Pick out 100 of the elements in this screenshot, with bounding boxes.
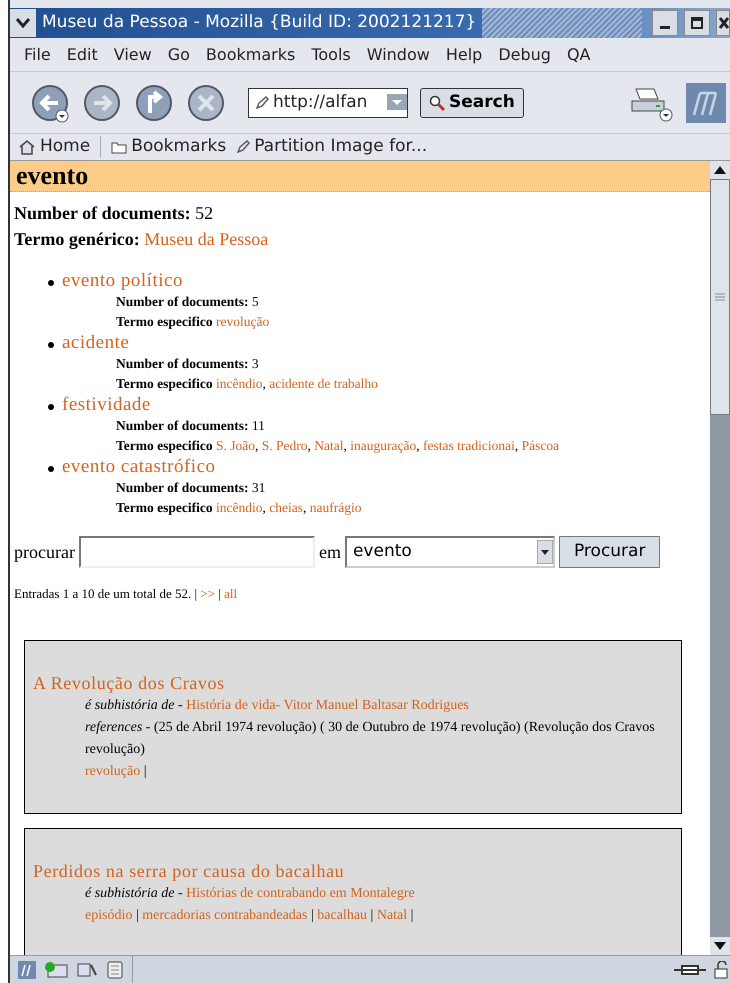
specific-term-link[interactable]: S. João xyxy=(216,438,255,453)
menu-item[interactable]: QA xyxy=(558,42,598,66)
separator: | xyxy=(194,586,198,601)
pagination-link[interactable]: >> xyxy=(200,586,216,601)
bookmark-link[interactable]: Partition Image for... xyxy=(236,134,428,160)
forward-button[interactable] xyxy=(82,82,122,122)
page-heading: evento xyxy=(10,161,710,192)
maximize-button[interactable] xyxy=(684,10,710,36)
references-text: references - (25 de Abril 1974 revolução) ( 30 de Outubro de 1974 revolução) (Revolução dos Cravos revolução) xyxy=(84,718,656,758)
generic-term-label: Termo genérico: xyxy=(14,229,140,249)
doc-count-label: Number of documents: xyxy=(116,294,248,309)
specific-term-link[interactable]: festas tradicionai xyxy=(422,438,515,453)
stop-button[interactable] xyxy=(186,82,226,122)
folder-icon xyxy=(111,140,128,154)
minimize-icon xyxy=(660,26,670,28)
parent-story-line: é subhistória de - História de vida- Vitor Manuel Baltasar Rodrigues xyxy=(84,696,470,714)
specific-terms-line: Termo especifico incêndio, cheias, naufrágio xyxy=(116,500,362,515)
specific-term-link[interactable]: inauguração xyxy=(350,438,416,453)
doc-count: 11 xyxy=(252,418,265,433)
menu-item[interactable]: Debug xyxy=(490,42,559,66)
scope-label: em xyxy=(318,540,341,564)
pencil-icon xyxy=(236,140,250,154)
menu-item[interactable]: File xyxy=(16,42,59,66)
specific-term-link[interactable]: naufrágio xyxy=(310,500,362,515)
scope-select[interactable]: evento xyxy=(344,536,555,568)
term-link[interactable]: evento político xyxy=(62,270,270,292)
bullet-icon xyxy=(48,280,54,286)
scroll-thumb-grip-icon[interactable] xyxy=(715,293,725,301)
specific-terms-line: Termo especifico revolução xyxy=(116,314,270,329)
scroll-down-icon[interactable] xyxy=(710,937,730,955)
menu-item[interactable]: View xyxy=(106,42,160,66)
back-button[interactable] xyxy=(30,82,70,122)
address-book-icon[interactable] xyxy=(106,960,124,978)
doc-count-label: Number of documents: xyxy=(116,418,248,433)
bookmarks-button[interactable]: Bookmarks xyxy=(111,134,226,160)
doc-count: 31 xyxy=(252,480,266,495)
specific-term-link[interactable]: incêndio xyxy=(216,500,262,515)
dropdown-icon[interactable] xyxy=(536,540,553,564)
term-link[interactable]: acidente xyxy=(62,332,378,354)
menu-item[interactable]: Tools xyxy=(303,42,359,66)
tag-link[interactable]: mercadorias contrabandeadas xyxy=(142,908,308,922)
parent-story-link[interactable]: Histórias de contrabando em Montalegre xyxy=(186,886,415,900)
specific-term-link[interactable]: Páscoa xyxy=(522,438,560,453)
separator: | xyxy=(144,764,147,778)
menu-item[interactable]: Bookmarks xyxy=(198,42,304,66)
term-link[interactable]: festividade xyxy=(62,394,560,416)
specific-term-link[interactable]: revolução xyxy=(216,314,270,329)
separator: | xyxy=(310,908,314,922)
search-icon xyxy=(429,94,445,110)
address-field[interactable]: http://alfan xyxy=(248,88,408,118)
separator: | xyxy=(136,908,139,922)
parent-story-link[interactable]: História de vida- Vitor Manuel Baltasar Rodrigues xyxy=(186,698,469,712)
scroll-up-icon[interactable] xyxy=(710,161,730,179)
separator: | xyxy=(218,586,221,601)
menu-item[interactable]: Edit xyxy=(58,42,106,66)
term-link[interactable]: evento catastrófico xyxy=(62,456,362,478)
doc-count-label: Number of documents: xyxy=(14,203,191,223)
doc-count: 3 xyxy=(252,356,259,371)
menu-item[interactable]: Help xyxy=(438,42,490,66)
home-icon xyxy=(18,139,36,155)
specific-term-link[interactable]: acidente de trabalho xyxy=(269,376,378,391)
search-field[interactable] xyxy=(78,536,315,568)
bullet-icon xyxy=(48,404,54,410)
bullet-icon xyxy=(48,466,54,472)
separator: | xyxy=(370,908,374,922)
close-icon xyxy=(719,17,729,29)
results-summary: Entradas 1 a 10 de um total de 52. xyxy=(14,586,192,601)
tag-link[interactable]: Natal xyxy=(376,908,408,922)
doc-count-label: Number of documents: xyxy=(116,480,248,495)
doc-count: 5 xyxy=(252,294,259,309)
home-button[interactable]: Home xyxy=(18,134,90,160)
doc-count: 52 xyxy=(195,203,214,223)
story-title-link[interactable]: Perdidos na serra por causa do bacalhau xyxy=(33,858,673,882)
tag-link[interactable]: episódio xyxy=(85,908,132,922)
search-button[interactable]: Search xyxy=(420,88,524,118)
maximize-icon xyxy=(691,17,703,29)
pagination-link[interactable]: all xyxy=(224,586,238,601)
specific-term-link[interactable]: cheias xyxy=(269,500,303,515)
reload-button[interactable] xyxy=(134,82,174,122)
menu-item[interactable]: Go xyxy=(160,42,198,66)
specific-terms-line: Termo especifico S. João, S. Pedro, Natal, inauguração, festas tradicionai, Páscoa xyxy=(116,438,560,453)
close-button[interactable] xyxy=(716,10,730,36)
mail-icon[interactable] xyxy=(44,960,68,978)
tag-link[interactable]: bacalhau xyxy=(317,908,368,922)
generic-term-link[interactable]: Museu da Pessoa xyxy=(144,229,268,249)
padlock-icon xyxy=(714,960,728,978)
tag-link[interactable]: revolução xyxy=(85,764,140,778)
pencil-icon xyxy=(255,96,269,110)
search-label: procurar xyxy=(14,540,75,564)
menu-item[interactable]: Window xyxy=(358,42,438,66)
specific-term-link[interactable]: incêndio xyxy=(216,376,262,391)
search-submit-button[interactable]: Procurar xyxy=(558,536,660,568)
window-menu-icon[interactable] xyxy=(16,18,30,28)
separator: | xyxy=(410,908,414,922)
parent-story-line: é subhistória de - Histórias de contrabando em Montalegre xyxy=(84,884,416,902)
specific-term-link[interactable]: Natal xyxy=(314,438,344,453)
story-title-link[interactable]: A Revolução dos Cravos xyxy=(33,670,673,694)
minimize-button[interactable] xyxy=(652,10,678,36)
specific-term-link[interactable]: S. Pedro xyxy=(262,438,308,453)
scrollbar[interactable] xyxy=(710,161,730,955)
